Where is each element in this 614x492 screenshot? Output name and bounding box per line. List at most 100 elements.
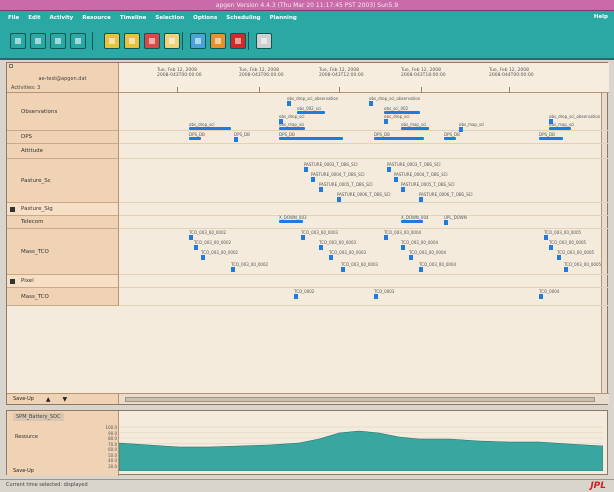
nav-label[interactable]: Save-Up [13,396,34,402]
activity-bar[interactable] [539,137,563,140]
row-check-icon[interactable] [10,278,15,284]
activity-bar[interactable] [341,267,345,272]
activity-bar[interactable] [279,220,303,223]
row-area[interactable]: obs_drop_sci_observation obs_drop_sci_obs… [119,93,609,132]
activity-bar[interactable] [194,245,198,250]
row-area[interactable]: X_DOWN_003 X_DOWN_004 UPL_DOWN [119,216,609,229]
activity-bar[interactable] [279,137,343,140]
schedule-button[interactable] [210,33,226,49]
row-label[interactable]: Observations [7,93,119,131]
time-tick: Tue, Feb 12, 2008 2008-043T12:00:00 [319,68,364,78]
activity-bar[interactable] [287,101,291,106]
row-check-icon[interactable] [10,206,15,212]
menu-scheduling[interactable]: Scheduling [226,15,260,21]
activity-bar[interactable] [409,255,413,260]
activity-bar[interactable] [369,101,373,106]
row-area[interactable]: PASTURE_0003_T_OBS_SCI PASTURE_0003_T_OBS… [119,159,609,203]
row-label[interactable]: Telecom [7,216,119,229]
row-area[interactable]: TCO_003_00_0002 TCO_003_00_0002 TCO_003_00… [119,229,609,275]
activity-bar[interactable] [374,137,424,140]
row-area[interactable] [119,144,609,159]
activity-bar[interactable] [549,245,553,250]
timeline-nav: Save-Up ▲ ▼ [7,393,119,404]
horizontal-scrollbar[interactable] [119,393,609,404]
activity-bar[interactable] [384,235,388,240]
menu-resource[interactable]: Resource [82,15,111,21]
activity-bar[interactable] [394,177,398,182]
row-area[interactable] [119,203,609,216]
row-area[interactable] [119,275,609,288]
scroll-thumb[interactable] [125,397,595,402]
row-label[interactable]: DPS [7,131,119,144]
activity-bar[interactable] [444,220,448,225]
save-plan-button[interactable] [144,33,160,49]
nav-up-icon[interactable]: ▲ [46,396,51,403]
time-ruler[interactable]: Tue, Feb 12, 2008 2008-043T00:00:00 Tue, F… [119,63,609,93]
menu-file[interactable]: File [8,15,19,21]
activity-bar[interactable] [231,267,235,272]
activity-bar[interactable] [329,255,333,260]
resource-nav-label[interactable]: Save-Up [13,468,34,474]
activity-bar[interactable] [201,255,205,260]
pointer-button[interactable] [10,33,26,49]
activity-bar[interactable] [189,137,201,140]
activity-bar[interactable] [319,187,323,192]
menu-activity[interactable]: Activity [49,15,73,21]
nav-down-icon[interactable]: ▼ [63,396,68,403]
activity-label: TCO_003_00_0005 [564,262,602,267]
menu-options[interactable]: Options [193,15,217,21]
activity-bar[interactable] [401,127,429,130]
activity-bar[interactable] [294,294,298,299]
activity-bar[interactable] [444,137,456,140]
print-button[interactable] [256,33,272,49]
activity-bar[interactable] [539,294,543,299]
row-area[interactable]: TCO_0002 TCO_0003 TCO_0004 [119,288,609,306]
activity-bar[interactable] [387,167,391,172]
menu-planning[interactable]: Planning [270,15,297,21]
activity-bar[interactable] [419,197,423,202]
open-folder-button[interactable] [104,33,120,49]
row-label[interactable]: Attitude [7,144,119,159]
grid-button[interactable] [70,33,86,49]
activity-bar[interactable] [401,187,405,192]
activity-bar[interactable] [279,127,305,130]
activity-bar[interactable] [544,235,548,240]
activity-bar[interactable] [304,167,308,172]
activity-bar[interactable] [401,220,423,223]
activity-bar[interactable] [189,235,193,240]
activity-bar[interactable] [319,245,323,250]
layers-button[interactable] [190,33,206,49]
delete-button[interactable] [230,33,246,49]
open-folder-icon [109,38,115,44]
activity-bar[interactable] [384,119,388,124]
row-label[interactable]: Mass_TCO [7,288,119,306]
activity-bar[interactable] [419,267,423,272]
menu-selection[interactable]: Selection [155,15,184,21]
activity-bar[interactable] [301,235,305,240]
activity-bar[interactable] [401,245,405,250]
menu-edit[interactable]: Edit [28,15,40,21]
activity-bar[interactable] [311,177,315,182]
row-label[interactable]: Pasture_Sc [7,159,119,203]
row-label[interactable]: Pixel [7,275,119,288]
document-button[interactable] [164,33,180,49]
new-plan-button[interactable] [124,33,140,49]
header-toggle-icon[interactable] [9,64,13,68]
activity-bar[interactable] [234,137,238,142]
row-label[interactable]: Mass_TCO [7,229,119,275]
activity-bar[interactable] [549,127,571,130]
activity-bar[interactable] [374,294,378,299]
row-label[interactable]: Pasture_Sig [7,203,119,216]
menu-help[interactable]: Help [594,14,608,20]
edit-button[interactable] [30,33,46,49]
row-area[interactable]: DPS_DB DPS_DB DPS_DB DPS_DB DPS_DB DPS_DB [119,131,609,144]
resource-tab[interactable]: SPM_Battery_SOC [13,413,64,421]
check-button[interactable] [50,33,66,49]
toolbar-separator [248,32,249,50]
toolbar [0,24,614,60]
activity-bar[interactable] [564,267,568,272]
activity-bar[interactable] [189,127,231,130]
activity-bar[interactable] [337,197,341,202]
activity-bar[interactable] [557,255,561,260]
menu-timeline[interactable]: Timeline [120,15,147,21]
